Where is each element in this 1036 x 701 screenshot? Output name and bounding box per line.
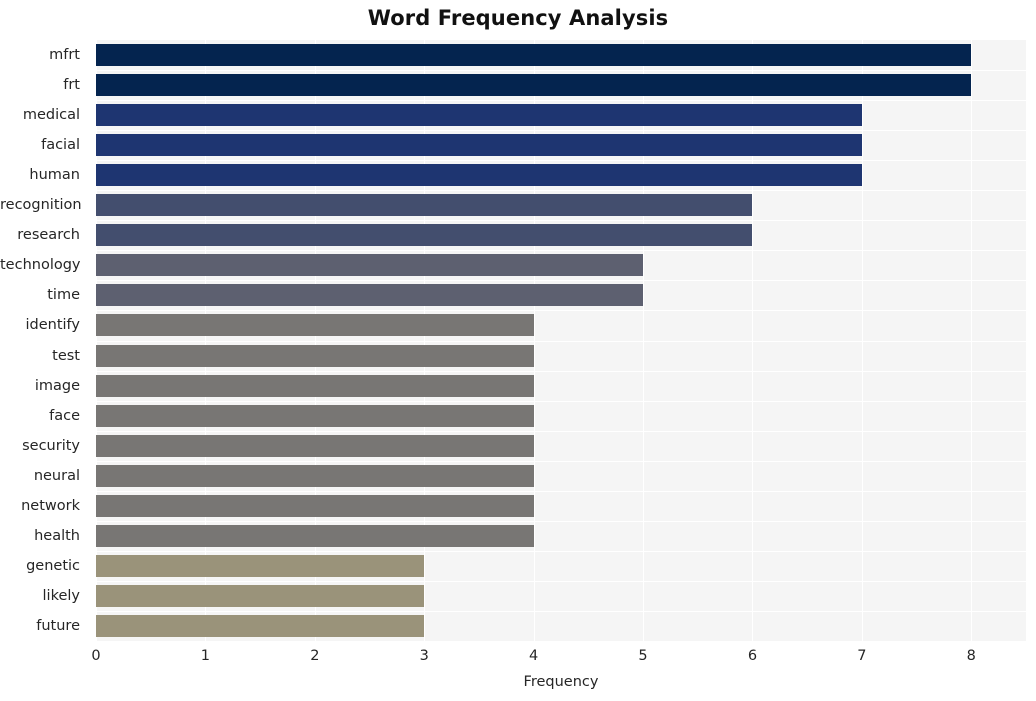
y-tick-label-research: research [17,227,80,244]
bar-technology[interactable] [96,254,644,277]
x-tick-label-7: 7 [857,648,867,664]
bar-research[interactable] [96,224,753,247]
gridline-y [96,461,1026,462]
y-tick-label-future: future [36,617,80,634]
bar-image[interactable] [96,374,534,397]
y-tick-label-recognition: recognition [0,197,82,214]
bar-security[interactable] [96,434,534,457]
y-tick-label-genetic: genetic [26,557,80,574]
gridline-y [96,581,1026,582]
bar-neural[interactable] [96,464,534,487]
gridline-y [96,70,1026,71]
chart-title: Word Frequency Analysis [367,6,669,30]
x-tick-label-5: 5 [638,648,648,664]
gridline-y [96,190,1026,191]
y-tick-label-medical: medical [22,107,80,124]
gridline-y [96,310,1026,311]
gridline-y [96,611,1026,612]
y-tick-label-image: image [34,377,80,394]
x-axis-label: Frequency [523,674,599,690]
bar-face[interactable] [96,404,534,427]
x-tick-label-2: 2 [310,648,320,664]
bar-mfrt[interactable] [96,44,972,67]
bar-time[interactable] [96,284,644,307]
x-tick-label-6: 6 [747,648,758,664]
gridline-y [96,100,1026,101]
y-tick-label-face: face [49,407,80,424]
y-tick-label-facial: facial [41,137,80,154]
gridline-y [96,280,1026,281]
plot-area [96,40,1026,641]
gridline-y [96,220,1026,221]
gridline-y [96,341,1026,342]
bar-identify[interactable] [96,314,534,337]
gridline-y [96,401,1026,402]
bar-network[interactable] [96,494,534,517]
y-tick-label-network: network [21,497,80,514]
y-tick-label-frt: frt [63,77,80,94]
bar-human[interactable] [96,164,862,187]
gridline-y [96,431,1026,432]
y-axis-category-labels: mfrt frt medical facial human recognition rese… [0,40,88,641]
gridline-y [96,130,1026,131]
bar-frt[interactable] [96,74,972,97]
bar-likely[interactable] [96,584,425,607]
gridline-y [96,491,1026,492]
gridline-y [96,551,1026,552]
y-tick-label-identify: identify [25,317,81,334]
x-tick-label-4: 4 [529,648,539,664]
y-tick-label-mfrt: mfrt [49,47,80,64]
x-tick-label-3: 3 [419,648,429,664]
x-axis-ticks: 0 1 2 3 4 5 6 7 8 [91,641,1026,671]
x-tick-label-1: 1 [200,648,211,664]
x-tick-label-8: 8 [966,648,976,664]
gridline-y [96,160,1026,161]
bar-recognition[interactable] [96,194,753,217]
y-tick-label-health: health [34,527,80,544]
gridline-y [96,371,1026,372]
y-tick-label-time: time [47,287,80,304]
bar-facial[interactable] [96,134,862,157]
y-tick-label-likely: likely [42,587,80,604]
y-tick-label-test: test [52,347,80,364]
y-tick-label-technology: technology [0,257,81,274]
bar-health[interactable] [96,524,534,547]
gridline-y [96,521,1026,522]
y-tick-label-neural: neural [33,467,80,484]
bar-test[interactable] [96,344,534,367]
bar-genetic[interactable] [96,554,425,577]
y-tick-label-security: security [22,437,80,454]
y-tick-label-human: human [29,167,80,184]
x-tick-label-0: 0 [91,648,101,664]
bar-medical[interactable] [96,104,862,127]
gridline-y [96,250,1026,251]
bar-future[interactable] [96,614,425,637]
word-frequency-bar-chart: Word Frequency Analysis mfrt frt medical fa… [0,0,1036,701]
